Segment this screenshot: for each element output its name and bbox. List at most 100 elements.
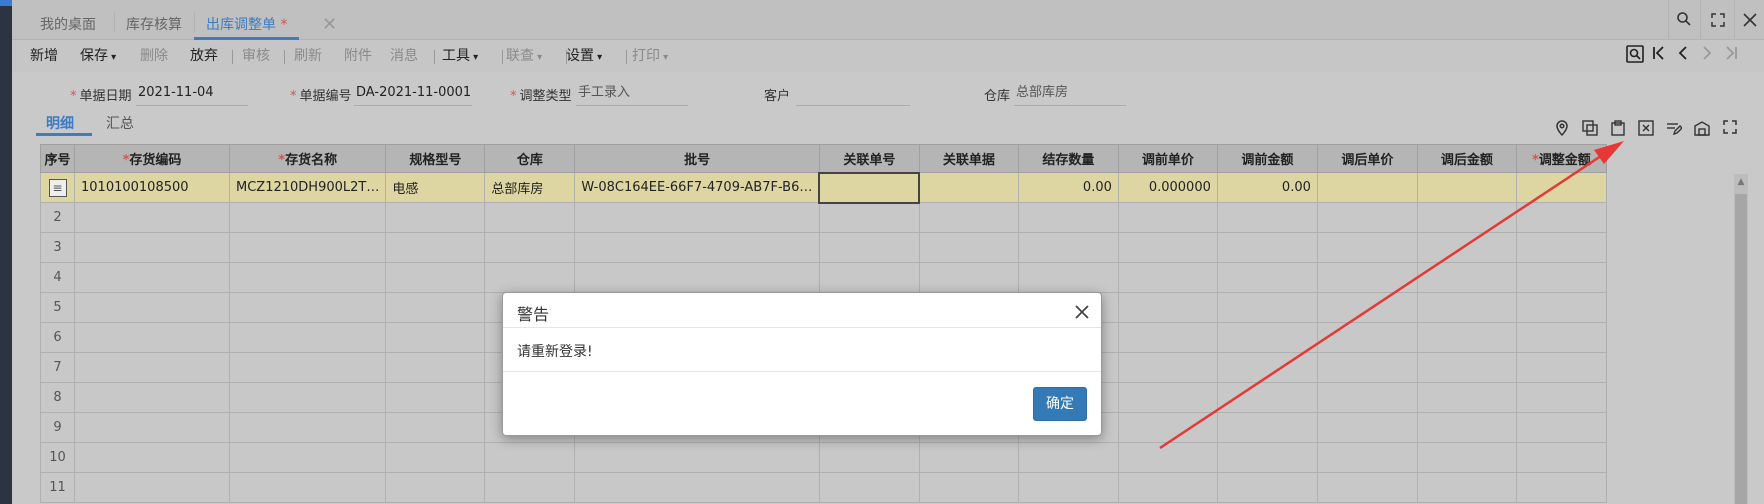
location-icon[interactable] [1552,120,1572,140]
refresh-button[interactable]: 刷新 [294,47,322,65]
save-button[interactable]: 保存 ▾ [80,47,116,67]
table-cell[interactable] [484,442,576,473]
table-cell[interactable] [228,202,387,233]
last-record-icon[interactable] [1720,45,1742,67]
table-cell[interactable] [1216,442,1318,473]
warehouse-icon[interactable] [1692,120,1712,140]
table-cell[interactable] [818,171,921,204]
tab-outbound-adjustment[interactable]: 出库调整单 * [194,10,300,40]
table-row[interactable]: 2 [40,202,1607,233]
table-cell[interactable]: 0.00 [1017,172,1119,203]
table-cell[interactable] [1117,322,1218,353]
table-cell[interactable] [1416,472,1517,503]
column-header[interactable]: 仓库 [484,144,576,173]
table-cell[interactable] [1416,232,1517,263]
table-row[interactable]: 11 [40,472,1607,503]
table-cell[interactable] [1117,442,1218,473]
table-cell[interactable] [918,262,1019,293]
next-record-icon[interactable] [1696,45,1718,67]
table-cell[interactable] [818,442,920,473]
table-cell[interactable] [1316,232,1418,263]
column-header[interactable]: 规格型号 [385,144,486,173]
table-cell[interactable] [1216,202,1318,233]
tab-summary[interactable]: 汇总 [106,113,134,133]
tab-detail[interactable]: 明细 [46,113,74,133]
table-cell[interactable] [1017,472,1119,503]
table-cell[interactable] [228,472,387,503]
table-cell[interactable] [484,232,576,263]
table-cell[interactable]: W-08C164EE-66F7-4709-AB7F-B6… [574,172,820,203]
tab-inventory-accounting[interactable]: 库存核算 [114,10,194,40]
table-cell[interactable]: 电感 [385,172,486,203]
table-cell[interactable] [228,262,387,293]
table-cell[interactable] [484,202,576,233]
table-cell[interactable] [918,202,1019,233]
table-cell[interactable]: 总部库房 [484,172,576,203]
table-cell[interactable] [228,292,387,323]
table-cell[interactable] [1416,262,1517,293]
table-cell[interactable] [1117,232,1218,263]
table-cell[interactable] [1416,352,1517,383]
table-cell[interactable] [1316,202,1418,233]
table-row[interactable]: 4 [40,262,1607,293]
table-cell[interactable] [228,352,387,383]
table-cell[interactable] [1017,442,1119,473]
table-cell[interactable] [1316,442,1418,473]
table-cell[interactable] [1216,262,1318,293]
table-cell[interactable] [1416,172,1517,203]
table-cell[interactable] [385,472,486,503]
table-row[interactable]: 3 [40,232,1607,263]
table-cell[interactable] [818,232,920,263]
column-header[interactable]: 调前单价 [1117,144,1218,173]
edit-icon[interactable] [1664,120,1684,140]
table-cell[interactable] [1216,412,1318,443]
table-cell[interactable] [228,442,387,473]
table-cell[interactable] [918,172,1019,203]
table-cell[interactable] [1416,202,1517,233]
table-cell[interactable] [385,382,486,413]
table-cell[interactable] [1515,412,1607,443]
column-header[interactable]: *调整金额 [1515,144,1607,173]
table-cell[interactable] [818,262,920,293]
table-cell[interactable] [74,262,230,293]
table-cell[interactable] [818,472,920,503]
table-cell[interactable] [385,232,486,263]
date-field[interactable]: 2021-11-04 [136,84,248,106]
table-cell[interactable] [74,382,230,413]
row-drag-icon[interactable]: ≡ [48,178,67,197]
table-cell[interactable] [1515,262,1607,293]
table-cell[interactable]: 0.000000 [1117,172,1218,203]
column-header[interactable]: *存货编码 [74,144,230,173]
table-cell[interactable] [1316,262,1418,293]
table-cell[interactable] [1316,292,1418,323]
table-cell[interactable] [385,412,486,443]
previous-record-icon[interactable] [1672,45,1694,67]
table-cell[interactable] [1216,232,1318,263]
delete-button[interactable]: 删除 [140,47,168,65]
table-cell[interactable] [74,292,230,323]
table-cell[interactable] [228,412,387,443]
table-cell[interactable] [1416,382,1517,413]
table-cell[interactable] [74,412,230,443]
dialog-close-icon[interactable] [1075,297,1089,327]
table-cell[interactable] [1117,382,1218,413]
table-row[interactable]: ≡ 1010100108500 MCZ1210DH900L2T… 电感 总部库房 W-08… [40,171,1607,204]
delete-row-icon[interactable] [1636,120,1656,140]
table-cell[interactable] [918,472,1019,503]
table-cell[interactable] [1515,232,1607,263]
table-cell[interactable] [1515,382,1607,413]
table-cell[interactable] [1515,322,1607,353]
table-cell[interactable] [1416,412,1517,443]
table-cell[interactable] [1416,442,1517,473]
table-cell[interactable] [1515,352,1607,383]
table-cell[interactable] [1017,232,1119,263]
table-cell[interactable] [1017,262,1119,293]
table-cell[interactable] [484,472,576,503]
table-cell[interactable] [1117,202,1218,233]
table-cell[interactable] [918,442,1019,473]
table-cell[interactable] [385,322,486,353]
column-header[interactable]: 调后单价 [1316,144,1418,173]
print-menu[interactable]: 打印 ▾ [632,47,668,67]
column-header[interactable]: 调后金额 [1416,144,1517,173]
column-header[interactable]: 结存数量 [1017,144,1119,173]
